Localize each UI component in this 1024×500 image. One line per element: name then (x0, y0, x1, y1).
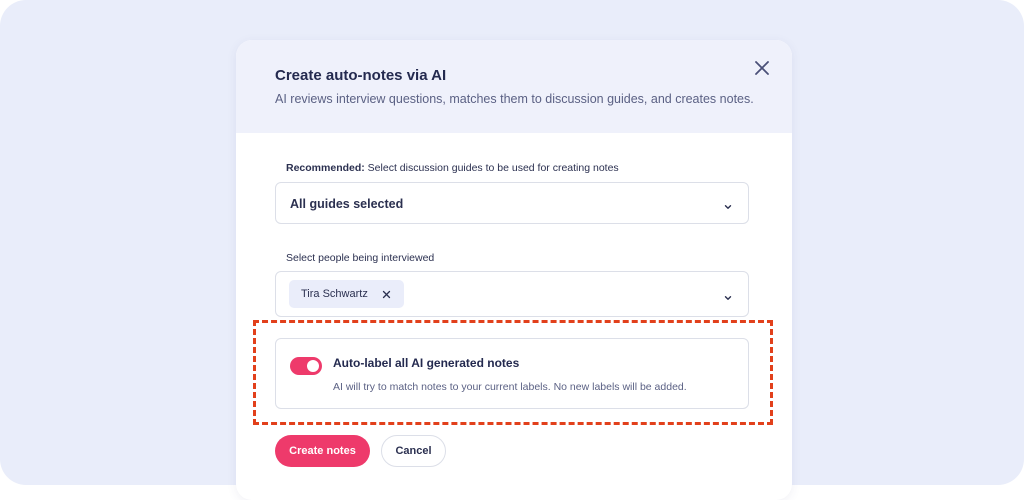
remove-chip-icon[interactable] (382, 290, 391, 299)
create-notes-button[interactable]: Create notes (275, 435, 370, 467)
highlight-annotation (253, 320, 773, 425)
chevron-down-icon (723, 199, 733, 209)
guides-label: Recommended: Select discussion guides to… (286, 162, 619, 174)
cancel-button[interactable]: Cancel (381, 435, 446, 467)
guides-select-value: All guides selected (290, 197, 404, 211)
chevron-down-icon (723, 290, 733, 300)
guides-label-prefix: Recommended: (286, 162, 365, 174)
guides-label-text: Select discussion guides to be used for … (364, 162, 619, 174)
person-chip: Tira Schwartz (289, 280, 404, 308)
auto-notes-dialog: Create auto-notes via AI AI reviews inte… (236, 40, 792, 500)
dialog-header: Create auto-notes via AI AI reviews inte… (236, 40, 792, 133)
people-label: Select people being interviewed (286, 252, 435, 264)
guides-select[interactable]: All guides selected (275, 182, 749, 224)
people-select[interactable]: Tira Schwartz (275, 271, 749, 317)
close-icon[interactable] (752, 58, 772, 78)
person-chip-label: Tira Schwartz (301, 288, 368, 300)
dialog-subtitle: AI reviews interview questions, matches … (275, 92, 754, 106)
dialog-title: Create auto-notes via AI (275, 67, 447, 84)
